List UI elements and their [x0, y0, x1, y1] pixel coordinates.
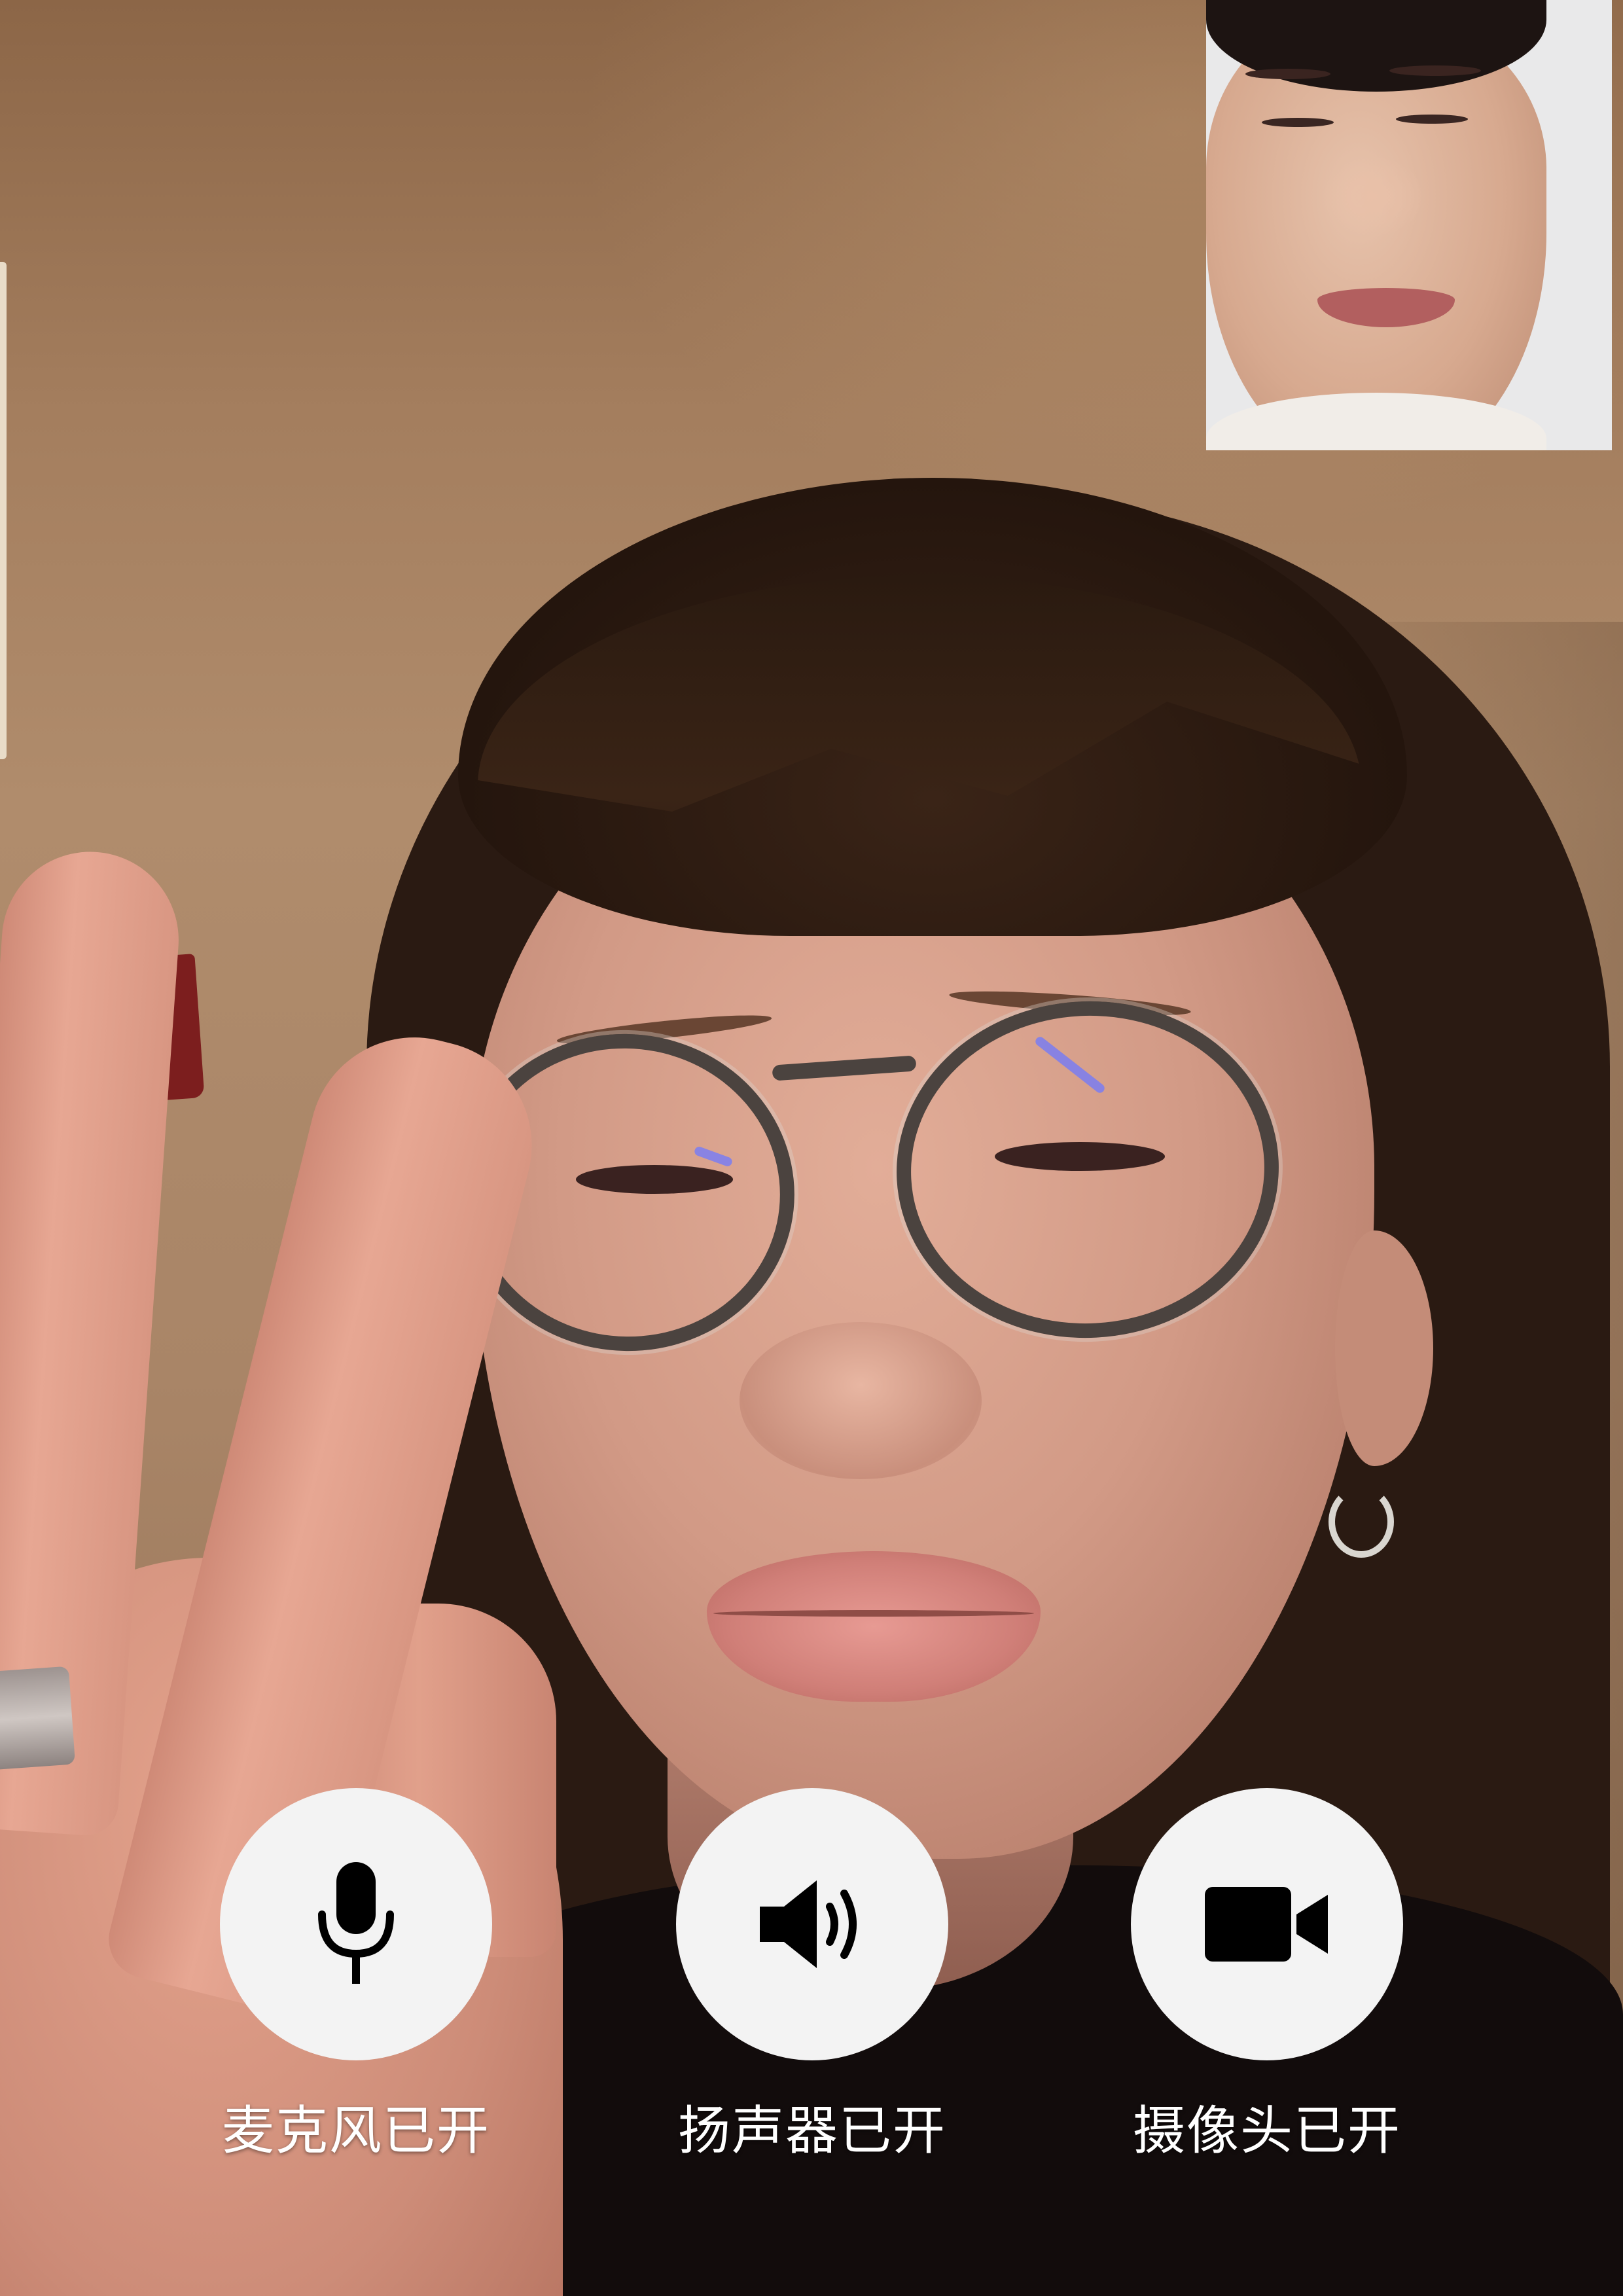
self-nose	[1324, 157, 1422, 236]
self-left-eye	[1262, 118, 1334, 127]
camera-button[interactable]	[1131, 1788, 1403, 2060]
microphone-status-label: 麦克风已开	[222, 2100, 490, 2161]
speaker-icon	[760, 1880, 857, 1968]
self-right-eye	[1396, 115, 1468, 124]
self-left-eyebrow	[1245, 69, 1330, 79]
video-camera-icon	[1205, 1887, 1328, 1962]
microphone-button[interactable]	[220, 1788, 492, 2060]
self-right-eyebrow	[1389, 65, 1481, 76]
microphone-icon	[318, 1862, 394, 1984]
speaker-button[interactable]	[676, 1788, 948, 2060]
ring	[0, 1666, 76, 1770]
earring	[1329, 1486, 1394, 1558]
lips-line	[713, 1610, 1034, 1617]
self-view-video[interactable]	[1206, 0, 1612, 450]
microphone-control: 麦克风已开	[219, 1788, 493, 2162]
door-edge	[0, 262, 7, 759]
camera-control: 摄像头已开	[1130, 1788, 1404, 2162]
nose	[740, 1322, 982, 1479]
speaker-control: 扬声器已开	[675, 1788, 950, 2162]
speaker-status-label: 扬声器已开	[678, 2100, 946, 2161]
camera-status-label: 摄像头已开	[1133, 2100, 1401, 2161]
